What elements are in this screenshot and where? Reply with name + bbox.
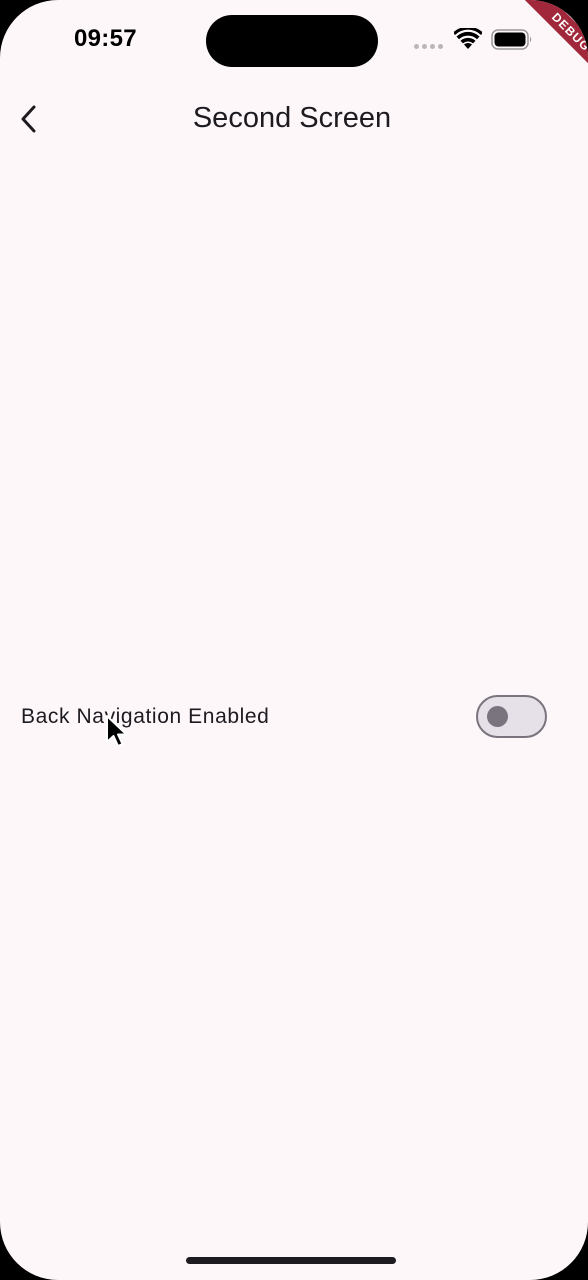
back-navigation-toggle[interactable] bbox=[476, 695, 547, 738]
dynamic-island bbox=[206, 15, 378, 67]
debug-label: DEBUG bbox=[517, 0, 588, 86]
back-navigation-setting-row: Back Navigation Enabled bbox=[0, 690, 588, 746]
app-screen: 09:57 DEBUG Second Screen Back Navigatio… bbox=[0, 0, 588, 1280]
wifi-icon bbox=[454, 28, 482, 49]
back-navigation-label: Back Navigation Enabled bbox=[21, 705, 270, 728]
debug-banner: DEBUG bbox=[498, 0, 588, 90]
home-indicator[interactable] bbox=[186, 1257, 396, 1264]
page-title: Second Screen bbox=[192, 102, 392, 134]
status-time: 09:57 bbox=[74, 25, 137, 52]
toggle-thumb bbox=[487, 706, 508, 727]
app-bar: Second Screen bbox=[0, 84, 588, 156]
cellular-signal-icon bbox=[414, 44, 443, 49]
phone-frame: 09:57 DEBUG Second Screen Back Navigatio… bbox=[0, 0, 588, 1280]
mouse-cursor-icon bbox=[106, 715, 128, 747]
